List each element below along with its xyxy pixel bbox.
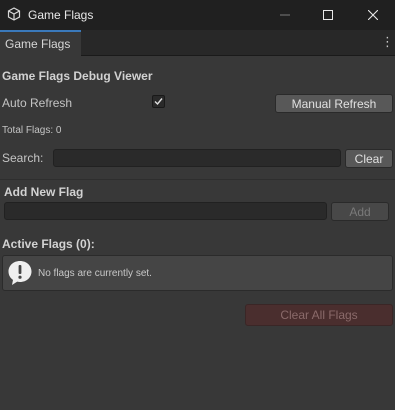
tab-game-flags[interactable]: Game Flags	[0, 30, 81, 56]
clear-all-flags-button[interactable]: Clear All Flags	[245, 304, 393, 326]
editor-tab-bar: Game Flags ⋮	[0, 30, 395, 56]
empty-flags-message: No flags are currently set.	[38, 268, 152, 279]
window-title: Game Flags	[28, 8, 94, 22]
total-flags-text: Total Flags: 0	[2, 125, 62, 136]
tab-label: Game Flags	[5, 37, 71, 51]
section-divider	[0, 179, 395, 180]
unity-cube-icon	[7, 7, 21, 21]
close-button[interactable]	[356, 0, 390, 30]
active-flags-title: Active Flags (0):	[2, 237, 95, 251]
maximize-icon	[323, 10, 333, 20]
add-flag-button[interactable]: Add	[331, 202, 389, 221]
search-label: Search:	[2, 151, 44, 165]
info-speech-bubble-icon	[8, 261, 32, 285]
empty-flags-helpbox: No flags are currently set.	[2, 255, 393, 291]
minimize-button[interactable]	[268, 0, 302, 30]
checkmark-icon	[154, 98, 163, 106]
manual-refresh-button[interactable]: Manual Refresh	[275, 94, 393, 113]
close-icon	[368, 10, 378, 20]
maximize-button[interactable]	[311, 0, 345, 30]
new-flag-input[interactable]	[4, 202, 327, 220]
kebab-menu-icon[interactable]: ⋮	[381, 34, 394, 50]
search-input[interactable]	[53, 149, 341, 167]
add-flag-section-title: Add New Flag	[4, 185, 84, 199]
minimize-icon	[280, 14, 290, 16]
auto-refresh-label: Auto Refresh	[2, 96, 73, 110]
panel-heading: Game Flags Debug Viewer	[2, 69, 153, 83]
window-title-bar[interactable]: Game Flags	[0, 0, 395, 30]
clear-search-button[interactable]: Clear	[345, 149, 393, 168]
auto-refresh-checkbox[interactable]	[152, 95, 165, 108]
